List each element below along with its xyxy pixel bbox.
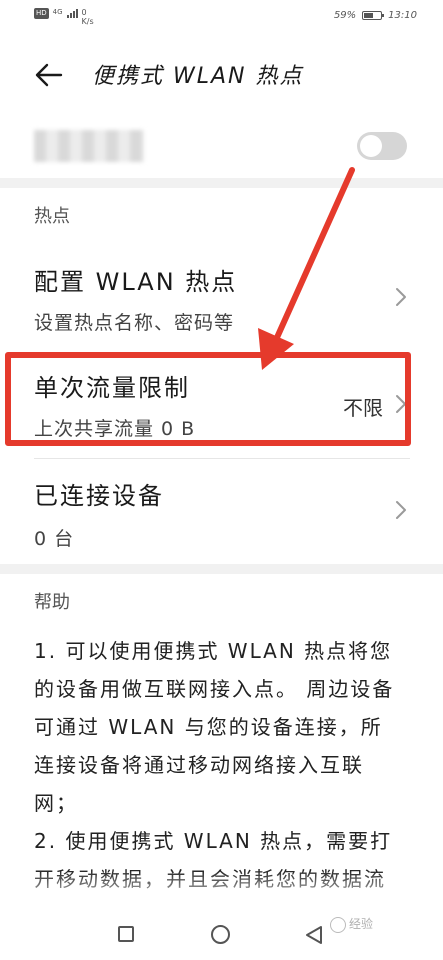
hotspot-toggle[interactable]	[357, 132, 407, 160]
network-type: 4G	[52, 8, 63, 16]
navigation-bar	[0, 905, 443, 960]
section-header-hotspot: 热点	[34, 206, 70, 227]
configure-hotspot-subtitle: 设置热点名称、密码等	[34, 312, 235, 334]
back-arrow-icon[interactable]	[34, 60, 64, 90]
configure-hotspot-row[interactable]: 配置 WLAN 热点 设置热点名称、密码等	[0, 248, 443, 344]
chevron-right-icon	[396, 501, 406, 519]
watermark: 经验	[330, 915, 373, 933]
section-header-help: 帮助	[34, 592, 70, 613]
connected-devices-count: 0 台	[34, 528, 75, 550]
hotspot-toggle-row	[0, 118, 443, 174]
help-paragraph-1: 1. 可以使用便携式 WLAN 热点将您的设备用做互联网接入点。 周边设备可通过…	[34, 639, 395, 815]
home-icon[interactable]	[211, 925, 230, 944]
content-fade	[0, 870, 443, 910]
toggle-knob	[360, 135, 382, 157]
status-bar: HD 4G 0 K/s 59% 13:10	[0, 0, 443, 34]
recent-apps-icon[interactable]	[118, 926, 134, 942]
section-divider	[0, 564, 443, 574]
status-left: HD 4G 0 K/s	[34, 8, 94, 26]
battery-icon	[362, 11, 385, 20]
page-title: 便携式 WLAN 热点	[92, 64, 304, 89]
network-speed: 0 K/s	[81, 8, 94, 26]
connected-devices-row[interactable]: 已连接设备 0 台	[0, 466, 443, 560]
row-divider	[34, 458, 410, 459]
hotspot-name-blurred	[34, 130, 144, 162]
section-divider	[0, 178, 443, 188]
clock: 13:10	[388, 10, 417, 21]
signal-icon	[66, 8, 78, 18]
connected-devices-title: 已连接设备	[34, 482, 164, 510]
annotation-highlight-box	[5, 352, 411, 446]
configure-hotspot-title: 配置 WLAN 热点	[34, 268, 238, 296]
battery-percent: 59%	[333, 10, 357, 21]
watermark-text: 经验	[349, 917, 374, 931]
chevron-right-icon	[396, 288, 406, 306]
title-bar: 便携式 WLAN 热点	[0, 44, 443, 104]
hd-badge: HD	[34, 8, 49, 19]
nav-back-icon[interactable]	[305, 925, 323, 945]
status-right: 59% 13:10	[334, 10, 417, 21]
baidu-paw-icon	[330, 916, 346, 933]
